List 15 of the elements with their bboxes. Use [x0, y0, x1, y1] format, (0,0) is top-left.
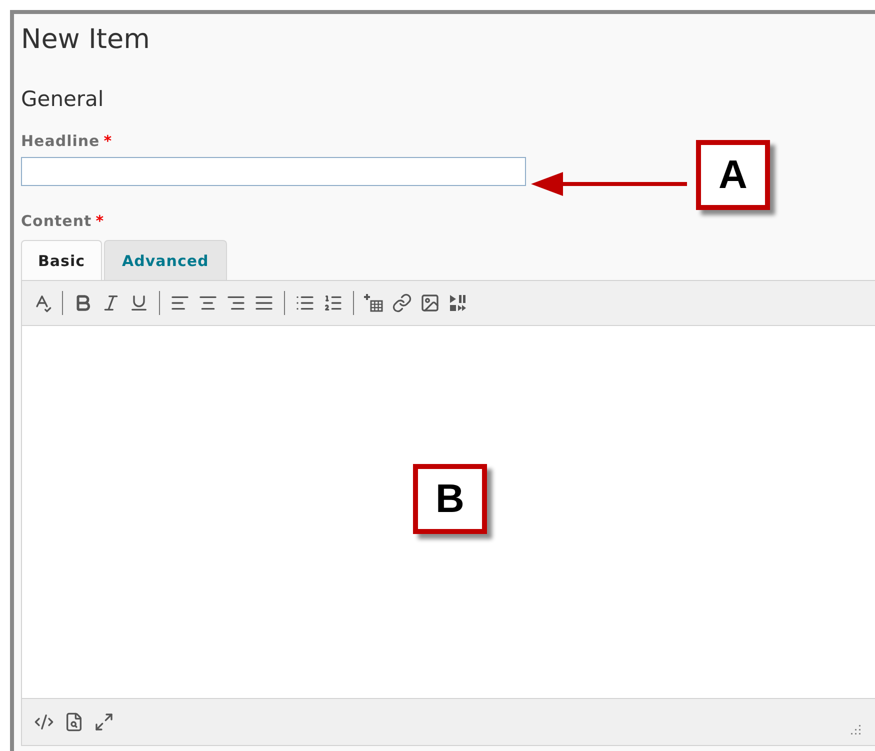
editor-area[interactable]: B: [22, 326, 875, 698]
page-title: New Item: [21, 24, 151, 56]
required-mark: *: [96, 212, 104, 230]
section-title: General: [21, 86, 105, 112]
headline-input[interactable]: [21, 157, 526, 186]
link-icon[interactable]: [390, 291, 414, 315]
editor-tab[interactable]: Advanced: [104, 240, 227, 280]
resize-handle-icon[interactable]: [849, 723, 861, 735]
callout-label: B: [413, 464, 487, 534]
table-plus-icon[interactable]: [362, 291, 386, 315]
field-label: Content: [21, 212, 92, 230]
editor-tab[interactable]: Basic: [21, 240, 102, 280]
required-mark: *: [104, 132, 112, 150]
field-label: Headline: [21, 132, 100, 150]
callout-label: A: [696, 140, 770, 210]
